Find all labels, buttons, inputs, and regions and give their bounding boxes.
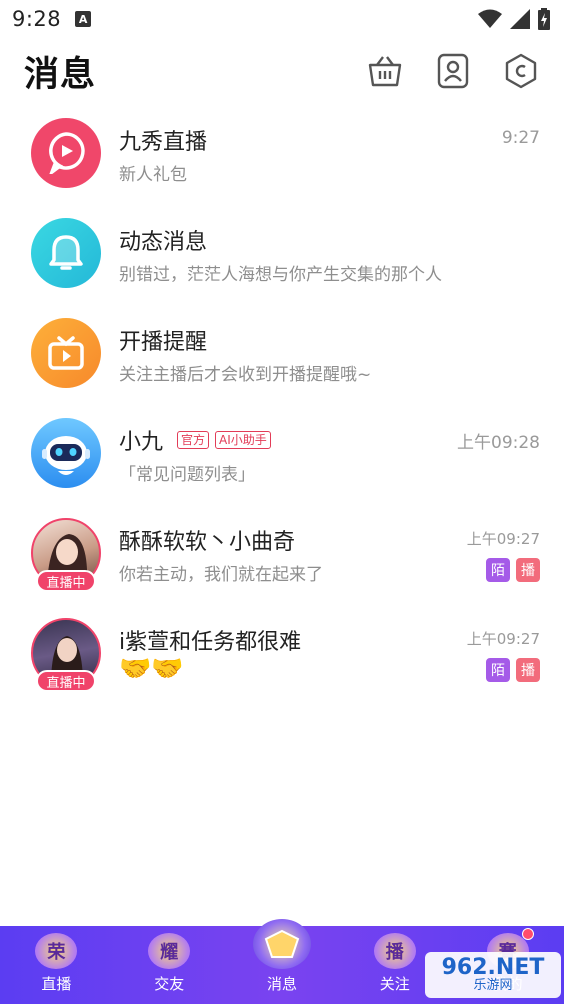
tab-friends[interactable]: 耀 交友 <box>113 926 226 1004</box>
signal-icon <box>510 9 530 29</box>
ai-assistant-tag: AI小助手 <box>215 431 271 449</box>
tab-label: 关注 <box>379 975 410 993</box>
watermark-main: 962.NET <box>441 955 545 980</box>
list-item-susu[interactable]: 直播中 酥酥软软丶小曲奇 你若主动，我们就在起来了 上午09:27 陌 播 <box>0 504 564 604</box>
bo-badge: 播 <box>516 658 540 682</box>
tab-label: 交友 <box>154 975 185 993</box>
list-item-live-remind[interactable]: 开播提醒 关注主播后才会收到开播提醒哦~ <box>0 304 564 404</box>
wifi-icon <box>478 9 502 28</box>
mo-badge: 陌 <box>486 558 510 582</box>
message-time: 上午09:27 <box>466 630 540 648</box>
sender-name: 动态消息 <box>119 230 208 255</box>
message-time: 上午09:28 <box>457 433 540 453</box>
message-preview: 🤝🤝 <box>119 654 184 684</box>
message-time: 上午09:27 <box>466 530 540 548</box>
tab-label: 直播 <box>41 975 72 993</box>
sender-name: i紫萱和任务都很难 <box>119 630 302 655</box>
contacts-icon[interactable] <box>434 52 472 90</box>
status-bar: 9:28 A <box>0 0 564 38</box>
list-item-dynamic[interactable]: 动态消息 别错过，茫茫人海想与你产生交集的那个人 <box>0 204 564 304</box>
message-preview: 别错过，茫茫人海想与你产生交集的那个人 <box>119 265 442 285</box>
status-time: 9:28 <box>12 7 62 31</box>
mo-badge: 陌 <box>486 658 510 682</box>
battery-icon <box>538 8 550 30</box>
live-status-badge: 直播中 <box>36 670 96 692</box>
tab-live[interactable]: 荣 直播 <box>0 926 113 1004</box>
tab-messages[interactable]: 消息 <box>226 919 339 1004</box>
official-tag: 官方 <box>177 431 210 449</box>
sender-name: 九秀直播 <box>119 130 208 155</box>
watermark-sub: 乐游网 <box>473 978 513 993</box>
message-preview: 「常见问题列表」 <box>119 465 255 485</box>
list-item-zixuan[interactable]: 直播中 i紫萱和任务都很难 🤝🤝 上午09:27 陌 播 <box>0 604 564 704</box>
bell-icon <box>31 218 101 288</box>
sender-name: 开播提醒 <box>119 330 208 355</box>
messages-tab-icon <box>252 919 311 969</box>
watermark: 962.NET 乐游网 <box>425 952 561 998</box>
tv-icon <box>31 318 101 388</box>
bo-badge: 播 <box>516 558 540 582</box>
message-preview: 关注主播后才会收到开播提醒哦~ <box>119 365 372 385</box>
relation-badges: 陌 播 <box>486 558 540 582</box>
robot-avatar <box>31 418 101 488</box>
friends-tab-icon: 耀 <box>148 933 191 969</box>
message-list: 九秀直播 新人礼包 9:27 动态消息 别错过，茫茫人海想与你产生交集的那个人 … <box>0 104 564 704</box>
page-title: 消息 <box>24 54 97 95</box>
message-preview: 新人礼包 <box>119 165 187 185</box>
header-actions <box>366 52 540 90</box>
notification-dot <box>521 928 534 940</box>
message-time: 9:27 <box>501 128 540 148</box>
follow-tab-icon: 播 <box>373 933 416 969</box>
basket-icon[interactable] <box>366 52 404 90</box>
page-header: 消息 <box>0 40 564 102</box>
notification-a-icon: A <box>75 11 92 27</box>
status-indicators <box>478 8 550 30</box>
live-tab-icon: 荣 <box>35 933 78 969</box>
sender-name-row: 小九 官方 AI小助手 <box>119 424 271 456</box>
sender-name: 酥酥软软丶小曲奇 <box>119 530 296 555</box>
sender-name: 小九 <box>119 430 164 455</box>
live-play-icon <box>31 118 101 188</box>
message-preview: 你若主动，我们就在起来了 <box>119 565 323 585</box>
list-item-xiaojiu[interactable]: 小九 官方 AI小助手 「常见问题列表」 上午09:28 <box>0 404 564 504</box>
live-status-badge: 直播中 <box>36 570 96 592</box>
tab-label: 消息 <box>266 975 297 993</box>
list-item-jiuxiu[interactable]: 九秀直播 新人礼包 9:27 <box>0 104 564 204</box>
settings-hex-icon[interactable] <box>502 52 540 90</box>
relation-badges: 陌 播 <box>486 658 540 682</box>
